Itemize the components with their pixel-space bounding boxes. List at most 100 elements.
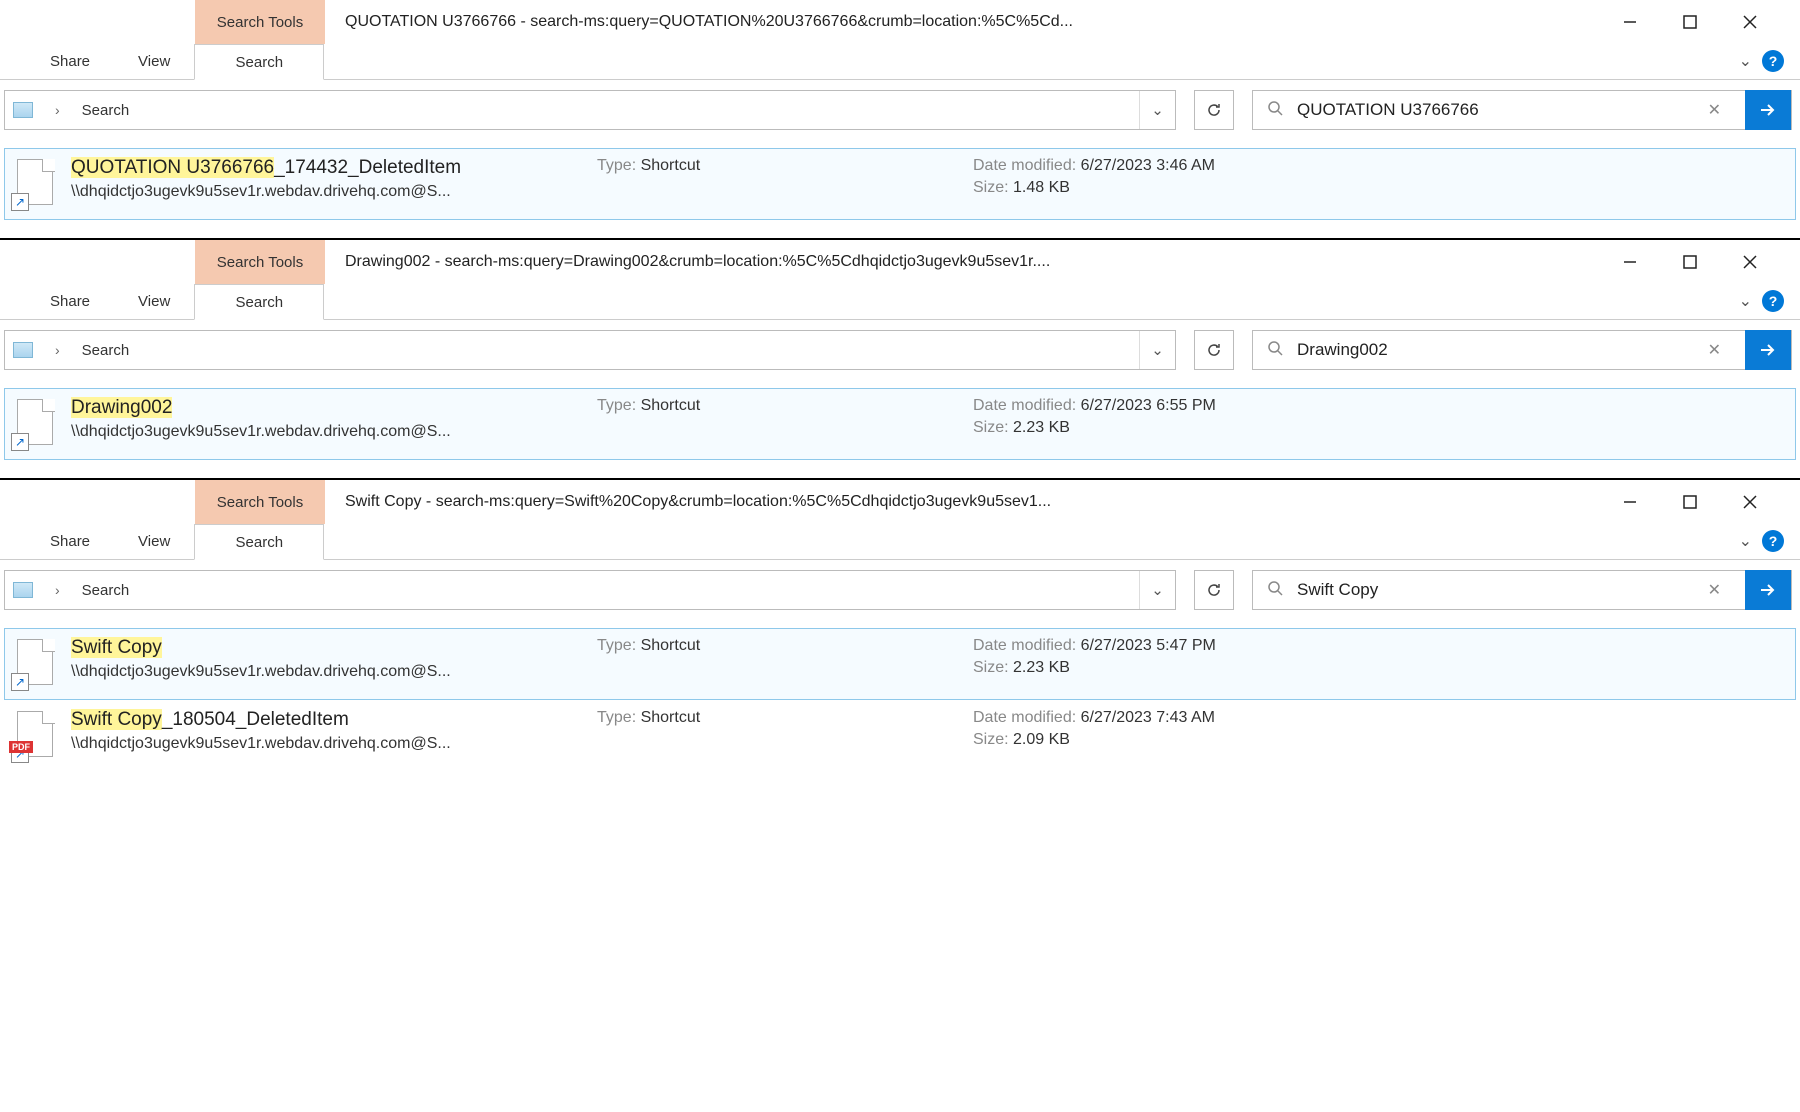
close-button[interactable]: [1720, 480, 1780, 524]
search-query[interactable]: Drawing002: [1297, 340, 1684, 360]
ribbon-tab-view[interactable]: View: [114, 284, 194, 320]
ribbon-tab-search[interactable]: Search: [194, 284, 324, 320]
help-icon[interactable]: ?: [1762, 530, 1784, 552]
refresh-button[interactable]: [1194, 570, 1234, 610]
search-icon: [1267, 100, 1283, 120]
explorer-window: Search Tools Drawing002 - search-ms:query…: [0, 240, 1800, 480]
result-path: \\dhqidctjo3ugevk9u5sev1r.webdav.drivehq…: [71, 735, 581, 753]
help-icon[interactable]: ?: [1762, 290, 1784, 312]
search-query[interactable]: Swift Copy: [1297, 580, 1684, 600]
ribbon-tab-search[interactable]: Search: [194, 44, 324, 80]
filename-rest: _174432_DeletedItem: [274, 157, 461, 178]
result-row[interactable]: ↗Drawing002\\dhqidctjo3ugevk9u5sev1r.web…: [4, 388, 1796, 460]
maximize-button[interactable]: [1660, 480, 1720, 524]
breadcrumb[interactable]: Search: [82, 342, 1129, 359]
result-filename: Swift Copy: [71, 637, 581, 659]
chevron-right-icon: ›: [43, 342, 72, 358]
date-label: Date modified:: [973, 157, 1081, 174]
search-results: ↗Drawing002\\dhqidctjo3ugevk9u5sev1r.web…: [0, 380, 1800, 478]
ribbon-tab-view[interactable]: View: [114, 44, 194, 80]
filename-highlight: Swift Copy: [71, 709, 162, 730]
date-label: Date modified:: [973, 637, 1081, 654]
minimize-button[interactable]: [1600, 240, 1660, 284]
ribbon-tab-search[interactable]: Search: [194, 524, 324, 560]
breadcrumb[interactable]: Search: [82, 102, 1129, 119]
address-dropdown-icon[interactable]: ⌄: [1139, 571, 1175, 609]
filename-highlight: Drawing002: [71, 397, 172, 418]
address-bar[interactable]: › Search ⌄: [4, 570, 1176, 610]
ribbon-tab-share[interactable]: Share: [26, 284, 114, 320]
date-value: 6/27/2023 5:47 PM: [1081, 637, 1216, 654]
contextual-tab-search-tools: Search Tools: [195, 240, 325, 284]
shortcut-file-icon: ↗: [11, 639, 55, 691]
size-value: 2.23 KB: [1013, 419, 1070, 436]
clear-search-icon[interactable]: ✕: [1698, 580, 1731, 600]
size-label: Size:: [973, 179, 1013, 196]
close-button[interactable]: [1720, 240, 1780, 284]
window-controls: [1600, 0, 1800, 44]
result-main: Swift Copy_180504_DeletedItem \\dhqidctjo…: [71, 709, 581, 753]
size-label: Size:: [973, 419, 1013, 436]
chevron-right-icon: ›: [43, 102, 72, 118]
result-row[interactable]: ↗ Swift Copy \\dhqidctjo3ugevk9u5sev1r.web…: [4, 628, 1796, 700]
refresh-button[interactable]: [1194, 90, 1234, 130]
date-value: 6/27/2023 6:55 PM: [1081, 397, 1216, 414]
ribbon-right: ⌄?: [1739, 50, 1784, 72]
result-meta: Date modified: 6/27/2023 7:43 AMSize: 2.…: [973, 709, 1343, 753]
search-go-button[interactable]: [1745, 90, 1791, 130]
clear-search-icon[interactable]: ✕: [1698, 340, 1731, 360]
result-type: Type: Shortcut: [597, 157, 957, 175]
close-button[interactable]: [1720, 0, 1780, 44]
window-title: Drawing002 - search-ms:query=Drawing002&…: [345, 253, 1600, 271]
window-title: QUOTATION U3766766 - search-ms:query=QUO…: [345, 13, 1600, 31]
result-main: QUOTATION U3766766_174432_DeletedItem\\d…: [71, 157, 581, 201]
result-row[interactable]: ↗ QUOTATION U3766766_174432_DeletedItem\\…: [4, 148, 1796, 220]
filename-highlight: Swift Copy: [71, 637, 162, 658]
date-value: 6/27/2023 7:43 AM: [1081, 709, 1215, 726]
result-path: \\dhqidctjo3ugevk9u5sev1r.webdav.drivehq…: [71, 663, 581, 681]
result-filename: Swift Copy_180504_DeletedItem: [71, 709, 581, 731]
titlebar: Search ToolsSwift Copy - search-ms:query…: [0, 480, 1800, 524]
result-row[interactable]: ↗PDFSwift Copy_180504_DeletedItem\\dhqid…: [4, 700, 1796, 772]
address-search-row: › Search ⌄ QUOTATION U3766766 ✕: [0, 80, 1800, 140]
size-value: 1.48 KB: [1013, 179, 1070, 196]
ribbon-collapse-icon[interactable]: ⌄: [1739, 51, 1752, 71]
ribbon-tab-view[interactable]: View: [114, 524, 194, 560]
help-icon[interactable]: ?: [1762, 50, 1784, 72]
type-value: Shortcut: [641, 709, 701, 726]
maximize-button[interactable]: [1660, 240, 1720, 284]
window-title: Swift Copy - search-ms:query=Swift%20Cop…: [345, 493, 1600, 511]
maximize-button[interactable]: [1660, 0, 1720, 44]
date-label: Date modified:: [973, 709, 1081, 726]
ribbon-tab-share[interactable]: Share: [26, 524, 114, 560]
chevron-right-icon: ›: [43, 582, 72, 598]
address-bar[interactable]: › Search ⌄: [4, 90, 1176, 130]
address-dropdown-icon[interactable]: ⌄: [1139, 331, 1175, 369]
minimize-button[interactable]: [1600, 0, 1660, 44]
address-dropdown-icon[interactable]: ⌄: [1139, 91, 1175, 129]
search-box[interactable]: QUOTATION U3766766 ✕: [1252, 90, 1792, 130]
address-search-row: › Search ⌄ Drawing002 ✕: [0, 320, 1800, 380]
ribbon-collapse-icon[interactable]: ⌄: [1739, 291, 1752, 311]
date-value: 6/27/2023 3:46 AM: [1081, 157, 1215, 174]
search-go-button[interactable]: [1745, 330, 1791, 370]
minimize-button[interactable]: [1600, 480, 1660, 524]
result-type: Type: Shortcut: [597, 637, 957, 655]
ribbon-collapse-icon[interactable]: ⌄: [1739, 531, 1752, 551]
ribbon-tab-share[interactable]: Share: [26, 44, 114, 80]
search-go-button[interactable]: [1745, 570, 1791, 610]
result-meta: Date modified: 6/27/2023 3:46 AM Size: 1.…: [973, 157, 1343, 201]
size-value: 2.09 KB: [1013, 731, 1070, 748]
result-meta: Date modified: 6/27/2023 5:47 PMSize: 2.…: [973, 637, 1343, 681]
search-box[interactable]: Swift Copy ✕: [1252, 570, 1792, 610]
address-bar[interactable]: › Search ⌄: [4, 330, 1176, 370]
shortcut-file-icon: ↗: [11, 159, 55, 211]
search-query[interactable]: QUOTATION U3766766: [1297, 100, 1684, 120]
result-main: Drawing002\\dhqidctjo3ugevk9u5sev1r.webd…: [71, 397, 581, 441]
ribbon-right: ⌄?: [1739, 530, 1784, 552]
clear-search-icon[interactable]: ✕: [1698, 100, 1731, 120]
refresh-button[interactable]: [1194, 330, 1234, 370]
breadcrumb[interactable]: Search: [82, 582, 1129, 599]
result-path: \\dhqidctjo3ugevk9u5sev1r.webdav.drivehq…: [71, 183, 581, 201]
search-box[interactable]: Drawing002 ✕: [1252, 330, 1792, 370]
